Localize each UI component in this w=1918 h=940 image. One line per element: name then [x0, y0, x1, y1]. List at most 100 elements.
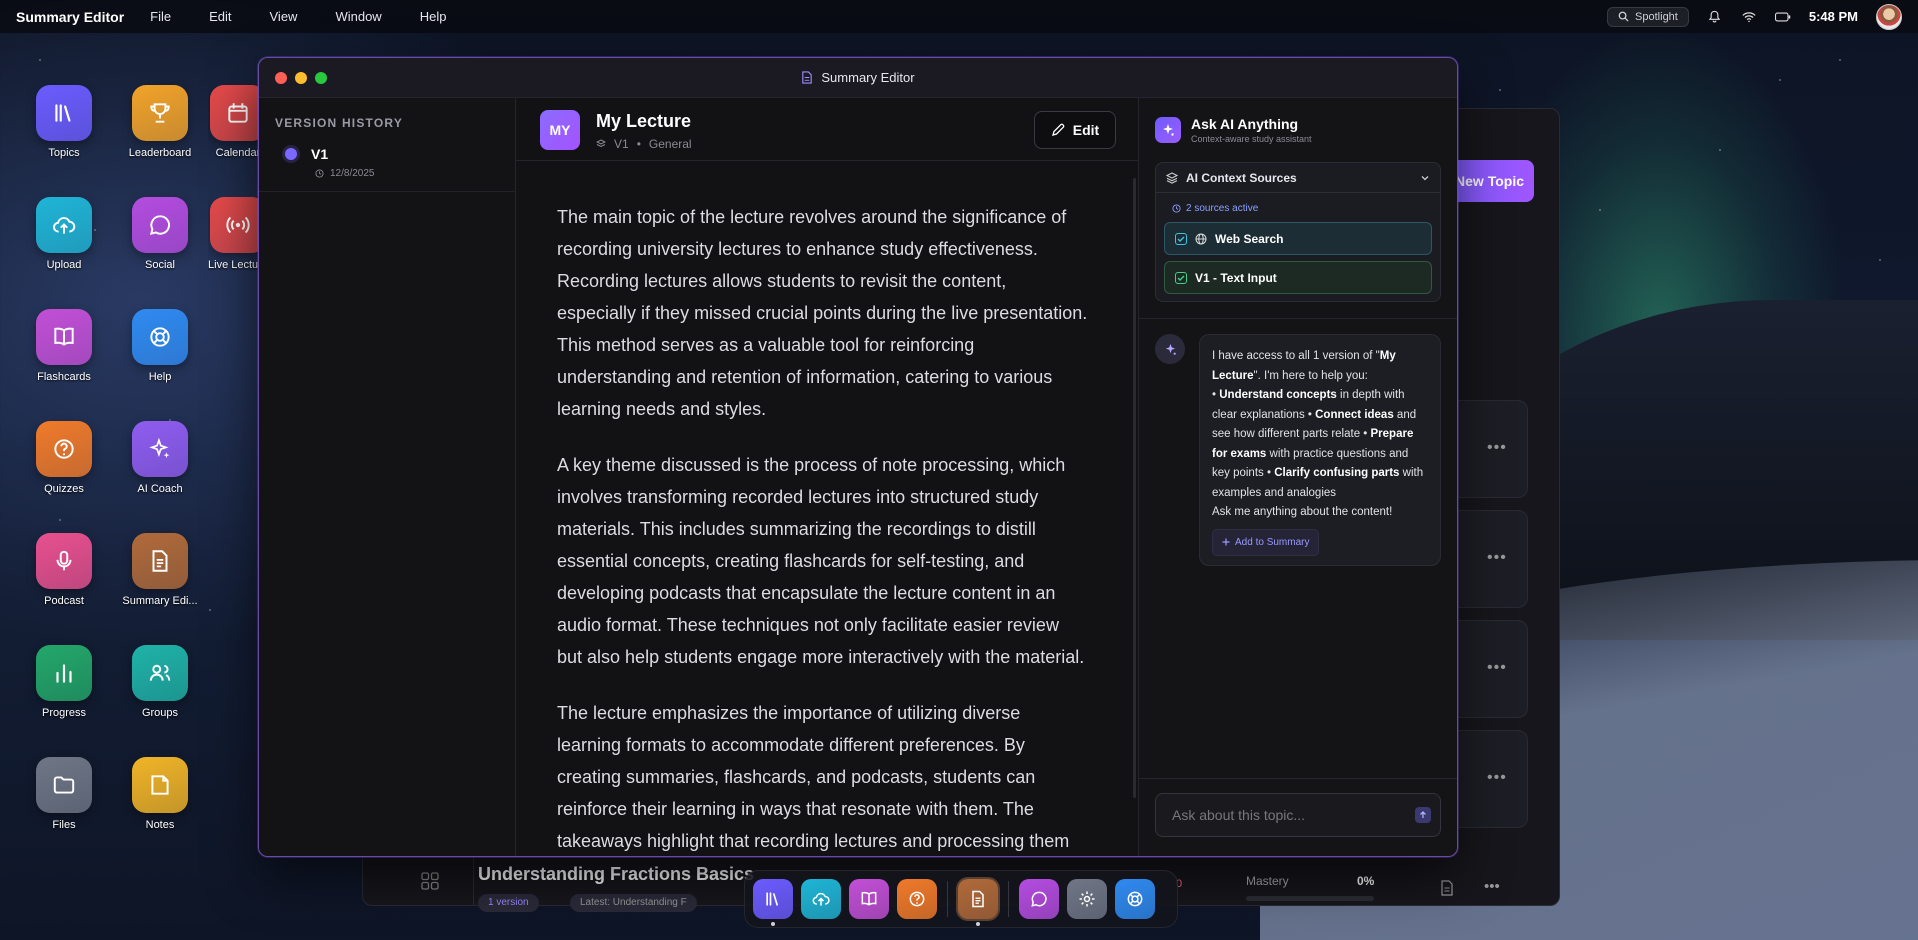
- desktop-icon-label: Summary Edi...: [122, 595, 198, 607]
- document-version: V1: [614, 137, 629, 151]
- cloud-upload-icon: [36, 197, 92, 253]
- background-topic-title[interactable]: Understanding Fractions Basics: [478, 864, 754, 885]
- menu-edit[interactable]: Edit: [209, 9, 231, 24]
- dock-book-icon[interactable]: [849, 879, 889, 919]
- desktop-icon-progress[interactable]: Progress: [16, 645, 112, 719]
- more-icon[interactable]: •••: [1487, 659, 1507, 677]
- desktop-icon-groups[interactable]: Groups: [112, 645, 208, 719]
- bar-chart-icon: [36, 645, 92, 701]
- checkbox-checked-icon[interactable]: [1175, 271, 1187, 284]
- desktop-icon-upload[interactable]: Upload: [16, 197, 112, 271]
- source-text-input[interactable]: V1 - Text Input: [1164, 261, 1432, 294]
- dock-lifebuoy-icon[interactable]: [1115, 879, 1155, 919]
- checkbox-checked-icon[interactable]: [1175, 232, 1187, 245]
- desktop-icon-leaderboard[interactable]: Leaderboard: [112, 85, 208, 159]
- desktop-icon-quizzes[interactable]: Quizzes: [16, 421, 112, 495]
- edit-button[interactable]: Edit: [1034, 111, 1116, 149]
- search-icon: [1618, 11, 1629, 22]
- desktop-icon-social[interactable]: Social: [112, 197, 208, 271]
- dock-question-icon[interactable]: [897, 879, 937, 919]
- version-chip: 1 version: [478, 894, 539, 912]
- dock-chat-icon[interactable]: [1019, 879, 1059, 919]
- menu-bar: Summary Editor File Edit View Window Hel…: [0, 0, 1918, 33]
- dock-document-icon[interactable]: [958, 879, 998, 926]
- desktop-icon-label: Help: [148, 371, 172, 383]
- chat-input[interactable]: [1155, 793, 1441, 837]
- desktop-icon-label: Topics: [48, 147, 80, 159]
- desktop-icon-topics[interactable]: Topics: [16, 85, 112, 159]
- minimize-window-button[interactable]: [295, 72, 307, 84]
- menu-view[interactable]: View: [270, 9, 298, 24]
- msg-bold: Clarify confusing parts: [1274, 467, 1400, 479]
- zoom-window-button[interactable]: [315, 72, 327, 84]
- menu-file[interactable]: File: [150, 9, 171, 24]
- document-title: My Lecture: [596, 111, 692, 131]
- more-icon[interactable]: •••: [1487, 549, 1507, 567]
- add-to-summary-button[interactable]: Add to Summary: [1212, 528, 1320, 556]
- spotlight-button[interactable]: Spotlight: [1607, 6, 1689, 27]
- menubar-app-name[interactable]: Summary Editor: [16, 9, 124, 25]
- battery-icon[interactable]: [1774, 9, 1791, 25]
- desktop-icon-summary-edi[interactable]: Summary Edi...: [112, 533, 208, 607]
- desktop-icon-label: AI Coach: [137, 483, 183, 495]
- summary-editor-window: Summary Editor VERSION HISTORY V1 12/8/2…: [258, 57, 1458, 857]
- desktop-icon-help[interactable]: Help: [112, 309, 208, 383]
- more-icon[interactable]: •••: [1487, 769, 1507, 787]
- window-title: Summary Editor: [821, 70, 915, 85]
- desktop-icon-podcast[interactable]: Podcast: [16, 533, 112, 607]
- document-icon: [132, 533, 188, 589]
- send-icon[interactable]: [1415, 807, 1431, 823]
- msg-bold: Understand concepts: [1219, 389, 1337, 401]
- trophy-icon: [132, 85, 188, 141]
- desktop-icon-label: Flashcards: [37, 371, 91, 383]
- latest-chip: Latest: Understanding F: [570, 894, 697, 912]
- dock-cloud-upload-icon[interactable]: [801, 879, 841, 919]
- globe-icon: [1195, 233, 1207, 244]
- dock-gear-icon[interactable]: [1067, 879, 1107, 919]
- add-to-summary-label: Add to Summary: [1235, 536, 1310, 548]
- desktop-icon-notes[interactable]: Notes: [112, 757, 208, 831]
- document-scrollbar[interactable]: [1133, 178, 1136, 798]
- version-label: V1: [311, 146, 329, 162]
- close-window-button[interactable]: [275, 72, 287, 84]
- divider: [1139, 778, 1457, 779]
- window-titlebar[interactable]: Summary Editor: [259, 58, 1457, 98]
- grid-icon[interactable]: [386, 856, 474, 906]
- document-icon[interactable]: [1440, 880, 1454, 901]
- book-icon: [36, 309, 92, 365]
- mastery-label: Mastery: [1246, 874, 1289, 888]
- desktop-icon-files[interactable]: Files: [16, 757, 112, 831]
- version-history-heading: VERSION HISTORY: [275, 116, 404, 130]
- source-web-search[interactable]: Web Search: [1164, 222, 1432, 255]
- dock: [744, 870, 1178, 928]
- sparkles-icon: [1165, 343, 1176, 355]
- bell-icon[interactable]: [1707, 9, 1723, 25]
- menu-help[interactable]: Help: [420, 9, 447, 24]
- mastery-progress-bar: [1246, 896, 1374, 901]
- desktop-icon-ai-coach[interactable]: AI Coach: [112, 421, 208, 495]
- desktop-icon-flashcards[interactable]: Flashcards: [16, 309, 112, 383]
- chevron-down-icon[interactable]: [1420, 173, 1430, 183]
- wifi-icon[interactable]: [1741, 9, 1757, 25]
- document-body[interactable]: The main topic of the lecture revolves a…: [516, 161, 1128, 856]
- more-icon[interactable]: •••: [1487, 439, 1507, 457]
- document-icon: [802, 71, 813, 84]
- spotlight-label: Spotlight: [1635, 10, 1678, 23]
- user-avatar[interactable]: [1876, 3, 1902, 30]
- paragraph: The main topic of the lecture revolves a…: [557, 207, 1088, 419]
- note-icon: [132, 757, 188, 813]
- sparkles-icon: [132, 421, 188, 477]
- document-category: General: [648, 137, 692, 151]
- desktop-icon-label: Notes: [145, 819, 175, 831]
- context-sources-header[interactable]: AI Context Sources: [1156, 163, 1440, 193]
- edit-label: Edit: [1072, 122, 1100, 138]
- menubar-clock[interactable]: 5:48 PM: [1809, 9, 1858, 24]
- mastery-value: 0%: [1357, 874, 1375, 888]
- more-icon[interactable]: •••: [1484, 878, 1500, 895]
- ai-panel-subtitle: Context-aware study assistant: [1191, 134, 1312, 144]
- document-header: MY My Lecture V1 • General Edit: [516, 98, 1138, 161]
- source-label: V1 - Text Input: [1195, 270, 1277, 285]
- menu-window[interactable]: Window: [335, 9, 381, 24]
- dock-library-icon[interactable]: [753, 879, 793, 926]
- version-item-v1[interactable]: V1 12/8/2025: [259, 138, 515, 192]
